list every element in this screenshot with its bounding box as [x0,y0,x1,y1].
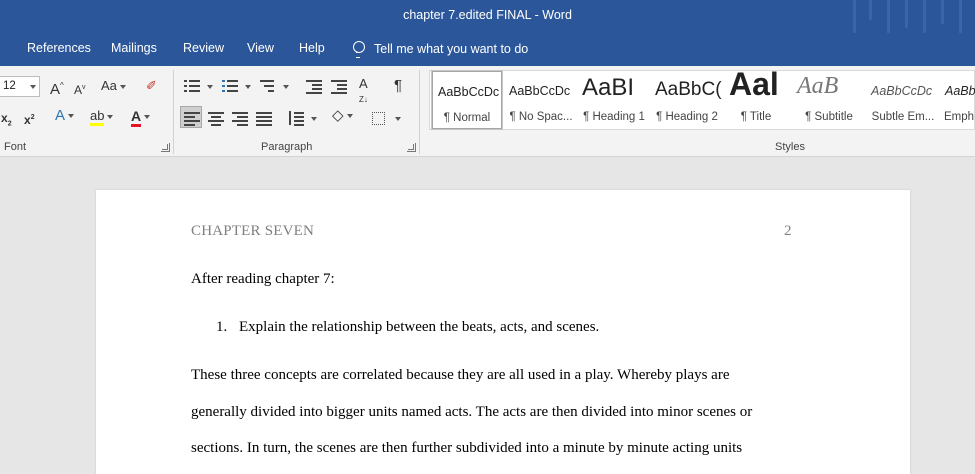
tab-view[interactable]: View [247,41,274,55]
style-title[interactable]: Aal ¶ Title [724,71,788,129]
font-group-label: Font [4,141,27,153]
paragraph-group-label: Paragraph [261,141,313,153]
chevron-down-icon [30,85,36,89]
sort-icon[interactable]: A Z↓ [359,77,368,107]
align-right-icon[interactable] [232,111,248,126]
line-spacing-icon[interactable] [288,111,304,126]
chevron-down-icon[interactable] [245,85,251,89]
page-header: CHAPTER SEVEN [191,223,315,239]
shrink-font-button[interactable]: Av [74,80,86,98]
chevron-down-icon[interactable] [395,117,401,121]
show-formatting-button[interactable]: ¶ [394,78,402,94]
numbering-icon[interactable] [222,79,238,93]
window-title: chapter 7.edited FINAL - Word [403,8,572,22]
menu-bar: References Mailings Review View Help Tel… [0,33,975,66]
style-subtle-emphasis[interactable]: AaBbCcDc Subtle Em... [866,71,940,129]
styles-gallery: AaBbCcDc ¶ Normal AaBbCcDc ¶ No Spac... … [429,70,975,130]
tell-me-box[interactable]: Tell me what you want to do [352,41,529,58]
tab-review[interactable]: Review [183,41,224,55]
shading-icon[interactable]: ◇ [332,108,353,124]
superscript-button[interactable]: x2 [24,110,35,128]
body-line: These three concepts are correlated beca… [191,367,730,383]
subscript-button[interactable]: x2 [1,110,12,132]
grow-font-button[interactable]: A^ [50,78,64,98]
style-emphasis[interactable]: AaBbCcDc Emph [940,71,975,129]
borders-icon[interactable] [372,112,385,125]
style-heading-1[interactable]: AaBI ¶ Heading 1 [577,71,651,129]
tab-mailings[interactable]: Mailings [111,41,157,55]
title-bar: chapter 7.edited FINAL - Word [0,0,975,36]
list-item: Explain the relationship between the bea… [239,319,600,335]
style-subtitle[interactable]: AaB ¶ Subtitle [792,71,866,129]
bullets-icon[interactable] [184,79,200,93]
clear-formatting-icon[interactable]: ✐ [146,78,157,94]
align-center-icon[interactable] [208,111,224,126]
tab-help[interactable]: Help [299,41,325,55]
change-case-button[interactable]: Aa [101,78,126,94]
page-number: 2 [784,223,792,239]
font-size-select[interactable]: 12 [0,76,40,97]
style-no-spacing[interactable]: AaBbCcDc ¶ No Spac... [504,71,578,129]
body-line: generally divided into bigger units name… [191,404,753,420]
font-color-button[interactable]: A [131,108,151,127]
justify-icon[interactable] [256,111,272,126]
tab-references[interactable]: References [27,41,91,55]
body-line: sections. In turn, the scenes are then f… [191,440,743,456]
lightbulb-icon [352,41,365,58]
align-left-icon[interactable] [184,111,200,126]
document-page[interactable]: CHAPTER SEVEN 2 After reading chapter 7:… [96,190,910,474]
style-normal[interactable]: AaBbCcDc ¶ Normal [431,70,503,130]
tell-me-text: Tell me what you want to do [374,42,529,56]
styles-group-label: Styles [775,141,805,153]
highlight-color-button[interactable]: ab [90,108,114,126]
chevron-down-icon[interactable] [207,85,213,89]
group-separator [419,70,420,154]
list-number: 1. [216,319,228,335]
font-size-value: 12 [3,80,16,92]
increase-indent-icon[interactable] [331,79,347,94]
style-heading-2[interactable]: AaBbC( ¶ Heading 2 [650,71,724,129]
paragraph-dialog-launcher-icon[interactable] [407,143,416,152]
decrease-indent-icon[interactable] [306,79,322,94]
multilevel-list-icon[interactable] [260,79,276,93]
text-effects-button[interactable]: A [55,108,75,124]
font-dialog-launcher-icon[interactable] [161,143,170,152]
intro-paragraph: After reading chapter 7: [191,271,335,287]
group-separator [173,70,174,154]
chevron-down-icon[interactable] [283,85,289,89]
chevron-down-icon[interactable] [311,117,317,121]
